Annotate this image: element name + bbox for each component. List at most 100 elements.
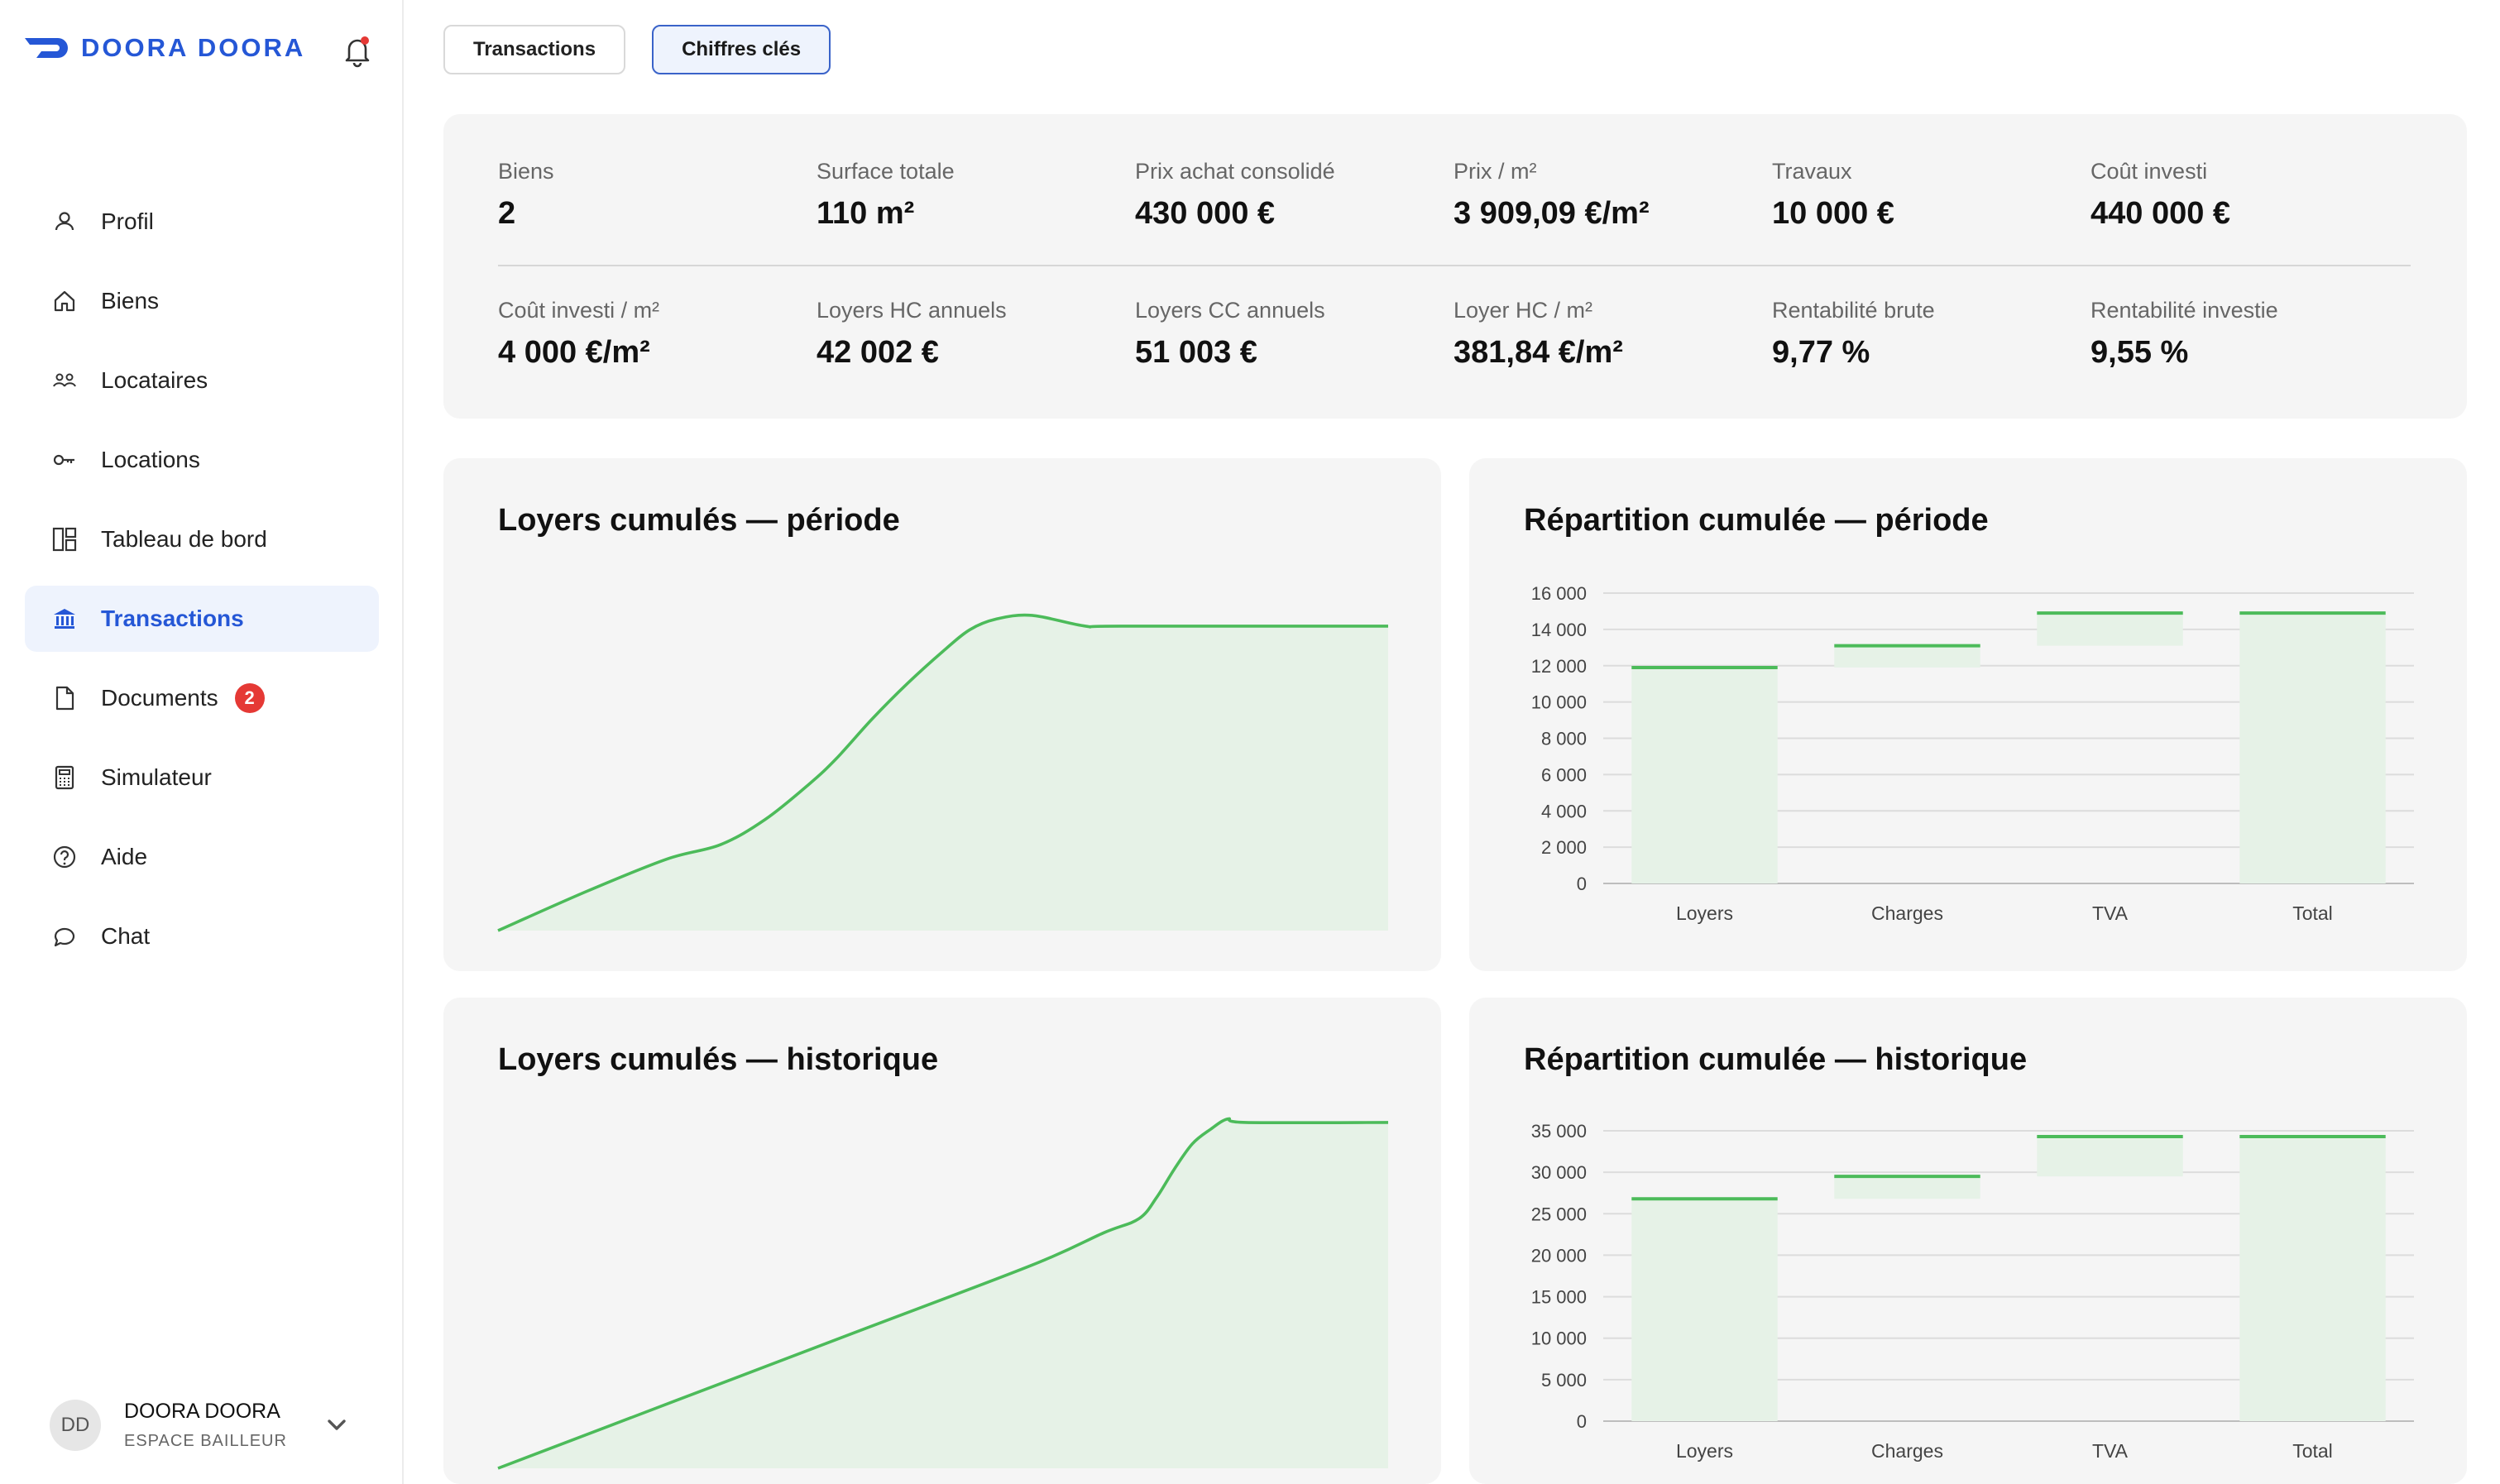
sidebar-item-simulateur[interactable]: Simulateur bbox=[25, 744, 379, 811]
kpi-value: 9,77 % bbox=[1772, 335, 1870, 370]
sidebar-item-documents[interactable]: Documents 2 bbox=[25, 665, 379, 731]
sidebar-item-label: Simulateur bbox=[101, 764, 212, 790]
kpi-prix-achat: Prix achat consolidé 430 000 € bbox=[1135, 159, 1454, 232]
key-icon bbox=[50, 445, 79, 475]
bar bbox=[1834, 645, 1980, 668]
kpi-cout-investi: Coût investi 440 000 € bbox=[2091, 159, 2409, 232]
sidebar-item-label: Chat bbox=[101, 923, 151, 949]
sidebar-item-label: Biens bbox=[101, 288, 160, 314]
sidebar-item-transactions[interactable]: Transactions bbox=[25, 586, 379, 652]
bar bbox=[1631, 1199, 1778, 1421]
sidebar-item-aide[interactable]: Aide bbox=[25, 824, 379, 890]
kpi-loyer-hc-m2: Loyer HC / m² 381,84 €/m² bbox=[1454, 298, 1772, 371]
sidebar-item-label: Locataires bbox=[101, 367, 208, 393]
sidebar-item-label: Aide bbox=[101, 844, 148, 869]
tab-chiffres-cles[interactable]: Chiffres clés bbox=[652, 25, 831, 74]
kpi-label: Surface totale bbox=[817, 159, 955, 184]
user-menu[interactable]: DD DOORA DOORA ESPACE BAILLEUR bbox=[50, 1400, 364, 1451]
chart-repartition-periode: 0 2 000 4 000 6 000 8 000 10 000 12 000 14 000 1… bbox=[1531, 583, 2414, 924]
kpi-rentabilite-investie: Rentabilité investie 9,55 % bbox=[2091, 298, 2409, 371]
y-tick-label: 14 000 bbox=[1531, 620, 1587, 640]
x-tick-label: Loyers bbox=[1676, 902, 1733, 924]
calculator-icon bbox=[50, 763, 79, 792]
chat-icon bbox=[50, 922, 79, 951]
x-tick-label: Charges bbox=[1871, 902, 1943, 924]
kpi-label: Rentabilité brute bbox=[1772, 298, 1935, 323]
sidebar-item-locations[interactable]: Locations bbox=[25, 427, 379, 493]
view-tabs: Transactions Chiffres clés bbox=[443, 25, 857, 74]
chart-repartition-historique: 0 5 000 10 000 15 000 20 000 25 000 30 000 35 0… bbox=[1531, 1121, 2414, 1462]
dashboard-icon bbox=[50, 524, 79, 554]
bar bbox=[1834, 1176, 1980, 1199]
y-tick-label: 10 000 bbox=[1531, 692, 1587, 713]
kpi-label: Loyers CC annuels bbox=[1135, 298, 1325, 323]
bar bbox=[2037, 613, 2183, 646]
chevron-down-icon[interactable] bbox=[323, 1411, 351, 1439]
document-icon bbox=[50, 683, 79, 713]
kpi-loyers-cc: Loyers CC annuels 51 003 € bbox=[1135, 298, 1454, 371]
chart-loyers-historique bbox=[497, 1117, 1389, 1470]
sidebar-item-biens[interactable]: Biens bbox=[25, 268, 379, 334]
kpi-travaux: Travaux 10 000 € bbox=[1772, 159, 2091, 232]
y-tick-label: 5 000 bbox=[1541, 1370, 1587, 1391]
kpi-value: 3 909,09 €/m² bbox=[1454, 196, 1650, 231]
x-tick-label: Total bbox=[2292, 902, 2333, 924]
x-tick-label: TVA bbox=[2092, 902, 2129, 924]
sidebar-item-label: Profil bbox=[101, 208, 154, 234]
kpi-loyers-hc: Loyers HC annuels 42 002 € bbox=[817, 298, 1135, 371]
sidebar-item-label: Transactions bbox=[101, 606, 244, 631]
kpi-value: 440 000 € bbox=[2091, 196, 2231, 231]
kpi-value: 2 bbox=[498, 196, 516, 231]
kpi-surface-totale: Surface totale 110 m² bbox=[817, 159, 1135, 232]
kpi-value: 430 000 € bbox=[1135, 196, 1276, 231]
sidebar-item-chat[interactable]: Chat bbox=[25, 903, 379, 969]
brand-logo[interactable]: DOORA DOORA bbox=[25, 33, 305, 63]
y-tick-label: 0 bbox=[1577, 1411, 1587, 1432]
kpi-value: 51 003 € bbox=[1135, 335, 1257, 370]
bar bbox=[2239, 613, 2386, 883]
y-tick-label: 8 000 bbox=[1541, 729, 1587, 749]
kpi-label: Coût investi / m² bbox=[498, 298, 660, 323]
y-tick-label: 10 000 bbox=[1531, 1328, 1587, 1349]
kpi-label: Prix achat consolidé bbox=[1135, 159, 1335, 184]
y-tick-label: 0 bbox=[1577, 874, 1587, 894]
sidebar-item-profil[interactable]: Profil bbox=[25, 189, 379, 255]
home-icon bbox=[50, 286, 79, 316]
kpi-label: Rentabilité investie bbox=[2091, 298, 2278, 323]
brand-name: DOORA DOORA bbox=[81, 33, 306, 62]
user-icon bbox=[50, 207, 79, 237]
y-tick-label: 4 000 bbox=[1541, 801, 1587, 821]
y-tick-label: 20 000 bbox=[1531, 1245, 1587, 1266]
tab-transactions[interactable]: Transactions bbox=[443, 25, 626, 74]
chart-card-loyers-historique: Loyers cumulés — historique bbox=[443, 998, 1441, 1484]
user-name: DOORA DOORA bbox=[124, 1400, 280, 1423]
kpi-label: Loyers HC annuels bbox=[817, 298, 1007, 323]
area-fill bbox=[498, 615, 1388, 931]
area-fill bbox=[498, 1118, 1388, 1468]
kpi-biens: Biens 2 bbox=[498, 159, 817, 232]
chart-card-repartition-periode: Répartition cumulée — période 02 000 4 00… bbox=[1469, 458, 2467, 971]
sidebar-item-label: Documents bbox=[101, 685, 218, 711]
sidebar: DOORA DOORA Profil Biens Locataires Loca… bbox=[0, 0, 404, 1484]
x-tick-label: Total bbox=[2292, 1440, 2333, 1462]
y-tick-label: 25 000 bbox=[1531, 1204, 1587, 1224]
y-tick-label: 6 000 bbox=[1541, 764, 1587, 785]
key-figures-card: Biens 2 Surface totale 110 m² Prix achat c… bbox=[443, 114, 2467, 419]
sidebar-item-label: Locations bbox=[101, 447, 200, 472]
kpi-value: 42 002 € bbox=[817, 335, 939, 370]
bar bbox=[2037, 1137, 2183, 1177]
kpi-label: Loyer HC / m² bbox=[1454, 298, 1593, 323]
kpi-value: 9,55 % bbox=[2091, 335, 2189, 370]
y-tick-label: 2 000 bbox=[1541, 837, 1587, 858]
user-role: ESPACE BAILLEUR bbox=[124, 1432, 287, 1450]
bank-icon bbox=[50, 604, 79, 634]
notification-bell-icon[interactable] bbox=[342, 35, 372, 68]
sidebar-item-locataires[interactable]: Locataires bbox=[25, 347, 379, 414]
kpi-label: Prix / m² bbox=[1454, 159, 1537, 184]
help-icon bbox=[50, 842, 79, 872]
kpi-label: Travaux bbox=[1772, 159, 1852, 184]
kpi-label: Coût investi bbox=[2091, 159, 2208, 184]
users-icon bbox=[50, 366, 79, 395]
y-tick-label: 12 000 bbox=[1531, 656, 1587, 677]
sidebar-item-tableau-de-bord[interactable]: Tableau de bord bbox=[25, 506, 379, 572]
